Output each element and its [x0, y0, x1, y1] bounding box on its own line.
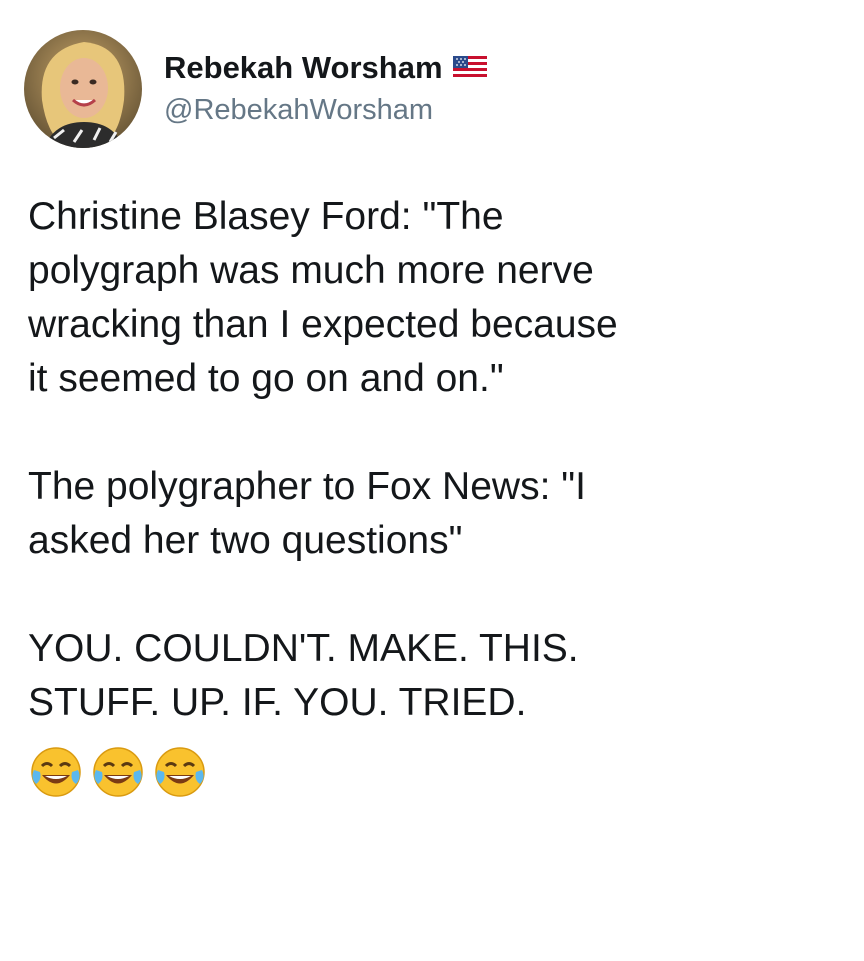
tweet-card: Rebekah Worsham @RebekahWorsham Christin… — [0, 0, 864, 961]
tweet-paragraph-1: Christine Blasey Ford: "The polygraph wa… — [28, 195, 618, 400]
us-flag-icon — [452, 56, 487, 80]
tweet-paragraph-2: The polygrapher to Fox News: "I asked he… — [28, 465, 586, 562]
avatar[interactable] — [24, 30, 142, 148]
tweet-body: Christine Blasey Ford: "The polygraph wa… — [28, 190, 848, 800]
tweet-paragraph-3: YOU. COULDN'T. MAKE. THIS. STUFF. UP. IF… — [28, 627, 579, 724]
tears-of-joy-emoji-icon — [152, 744, 208, 800]
tweet-header: Rebekah Worsham @RebekahWorsham — [24, 24, 487, 154]
emoji-row — [28, 744, 848, 800]
author-info: Rebekah Worsham @RebekahWorsham — [164, 48, 487, 130]
display-name[interactable]: Rebekah Worsham — [164, 48, 443, 88]
user-handle[interactable]: @RebekahWorsham — [164, 90, 487, 130]
tears-of-joy-emoji-icon — [28, 744, 84, 800]
name-row: Rebekah Worsham — [164, 48, 487, 88]
tears-of-joy-emoji-icon — [90, 744, 146, 800]
